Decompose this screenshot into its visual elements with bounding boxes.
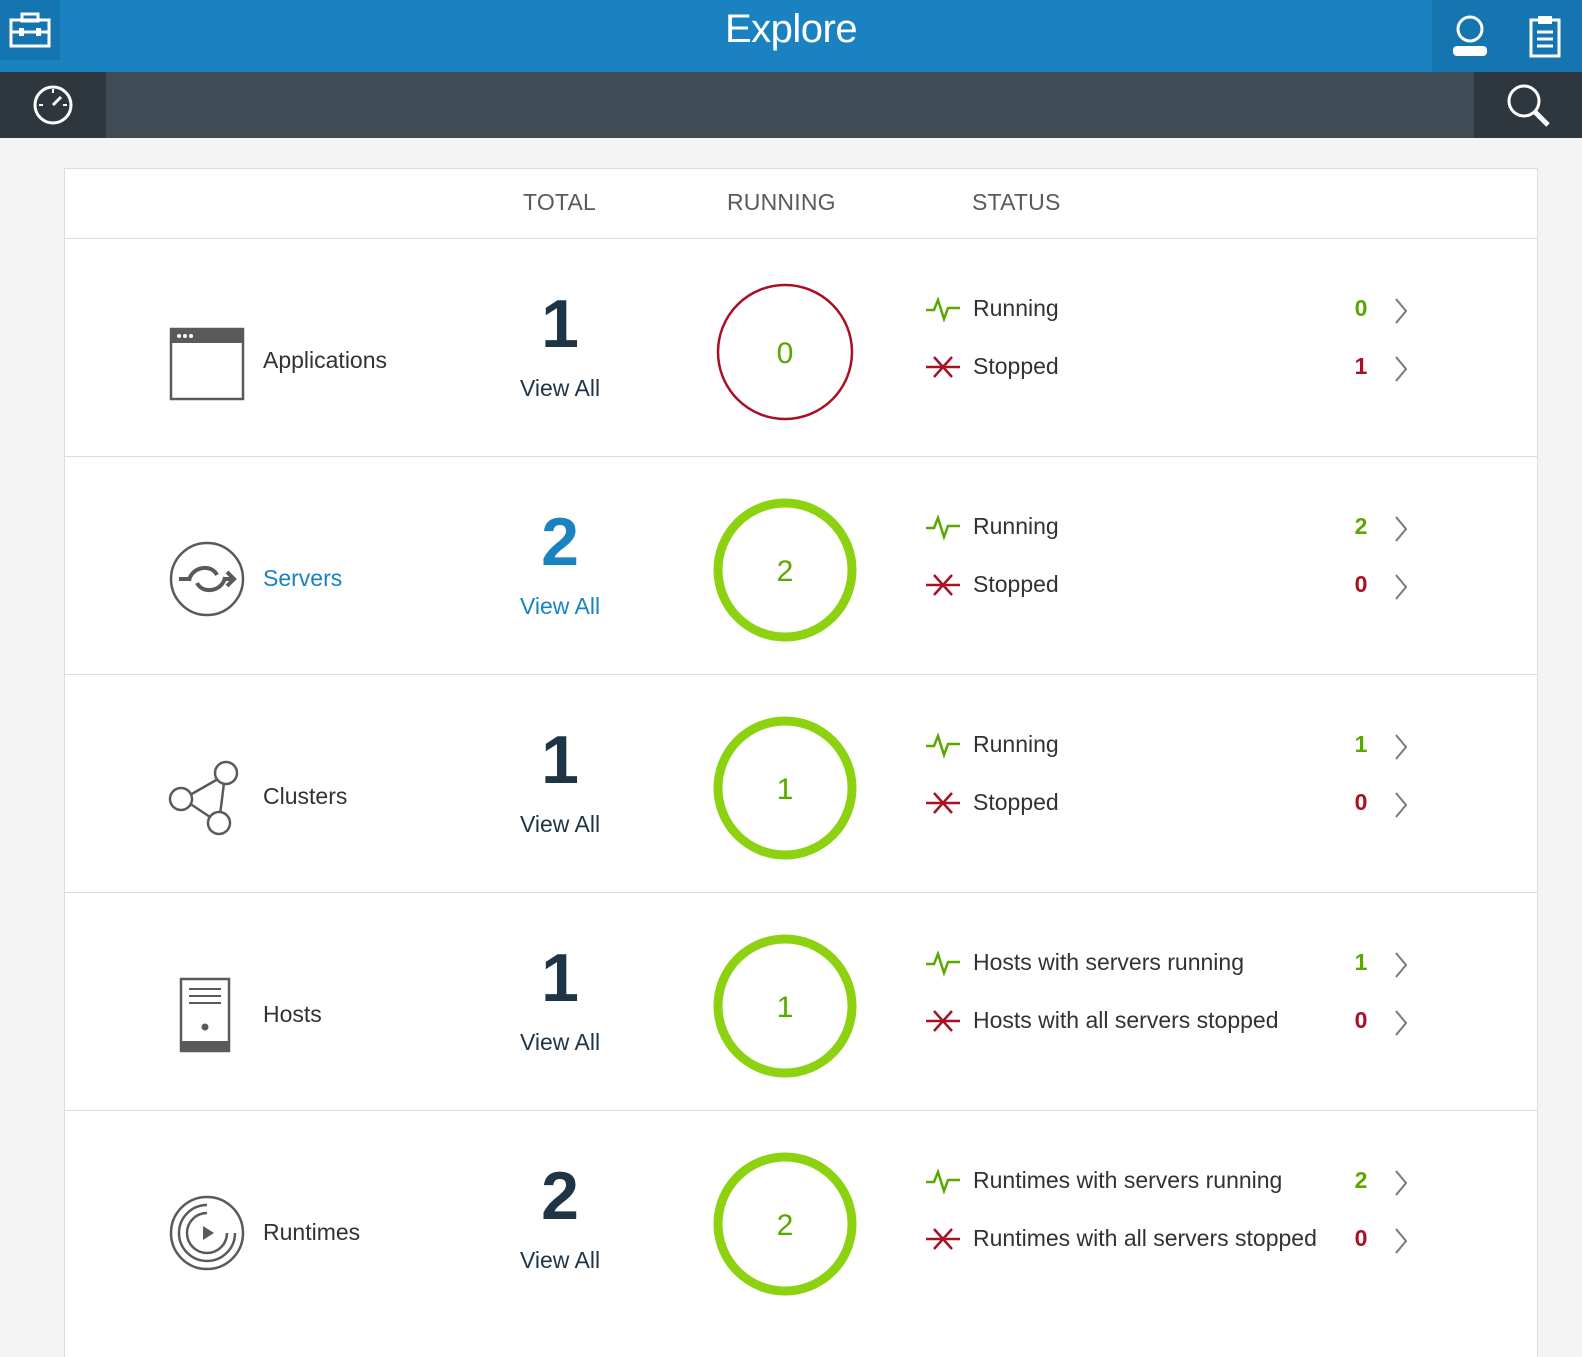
running-ring: 1	[713, 716, 857, 860]
total-count: 1	[541, 286, 579, 362]
table-header: TOTAL RUNNING STATUS	[65, 169, 1537, 239]
status-count-running: 0	[1354, 295, 1368, 321]
running-count: 1	[777, 773, 794, 806]
stopped-x-icon	[926, 1010, 960, 1032]
resource-name: Applications	[263, 347, 388, 373]
status-label: Runtimes with servers running	[973, 1167, 1283, 1193]
resource-row-hosts: Hosts 1 View All 1 Hosts with servers ru…	[65, 893, 1537, 1111]
column-header-running: RUNNING	[727, 189, 836, 215]
resource-name: Clusters	[263, 783, 348, 809]
total-count: 2	[541, 1158, 579, 1234]
view-all-link[interactable]: View All	[490, 1029, 630, 1056]
pulse-icon	[926, 950, 960, 977]
status-count-running: 1	[1354, 949, 1368, 975]
status-count-running: 1	[1354, 731, 1368, 757]
cluster-nodes-icon	[168, 760, 239, 836]
status-label: Running	[973, 513, 1059, 539]
stopped-x-icon	[926, 1228, 960, 1250]
status-label: Runtimes with all servers stopped	[973, 1225, 1317, 1251]
top-right-actions	[1432, 0, 1582, 72]
status-label: Stopped	[973, 789, 1059, 815]
total-count: 1	[541, 722, 579, 798]
status-label: Running	[973, 731, 1059, 757]
runtime-play-icon	[169, 1195, 245, 1271]
status-count-stopped: 0	[1354, 789, 1368, 815]
view-all-link[interactable]: View All	[490, 1247, 630, 1274]
chevron-right-icon[interactable]	[1391, 296, 1411, 326]
status-label: Running	[973, 295, 1059, 321]
page-title: Explore	[724, 7, 858, 51]
total-count: 2	[541, 504, 579, 580]
chevron-right-icon[interactable]	[1391, 732, 1411, 762]
status-count-running: 2	[1354, 1167, 1368, 1193]
resource-name: Hosts	[263, 1001, 322, 1027]
view-all-link[interactable]: View All	[490, 375, 630, 402]
view-all-link[interactable]: View All	[490, 811, 630, 838]
running-ring: 2	[713, 498, 857, 642]
status-count-running: 2	[1354, 513, 1368, 539]
chevron-right-icon[interactable]	[1391, 790, 1411, 820]
running-count: 2	[777, 555, 794, 588]
status-label: Hosts with servers running	[973, 949, 1244, 975]
stopped-x-icon	[926, 792, 960, 814]
resource-name[interactable]: Servers	[263, 565, 342, 592]
status-label: Hosts with all servers stopped	[973, 1007, 1279, 1033]
stopped-x-icon	[926, 356, 960, 378]
running-ring: 1	[713, 934, 857, 1078]
dashboard-button[interactable]	[0, 72, 106, 138]
resource-row-applications: Applications 1 View All 0 Running 0 Stop…	[65, 239, 1537, 457]
dashboard-gauge-icon	[33, 85, 73, 125]
clipboard-button[interactable]	[1515, 6, 1575, 66]
view-all-link[interactable]: View All	[490, 593, 630, 620]
chevron-right-icon[interactable]	[1391, 354, 1411, 384]
chevron-right-icon[interactable]	[1391, 514, 1411, 544]
running-count: 2	[777, 1209, 794, 1242]
server-sync-icon	[169, 541, 245, 617]
chevron-right-icon[interactable]	[1391, 1008, 1411, 1038]
pulse-icon	[926, 296, 960, 323]
resource-name: Runtimes	[263, 1219, 361, 1245]
status-count-stopped: 0	[1354, 1007, 1368, 1033]
stopped-x-icon	[926, 574, 960, 596]
column-header-status: STATUS	[972, 189, 1061, 215]
search-icon	[1507, 84, 1550, 127]
application-window-icon	[169, 327, 245, 401]
chevron-right-icon[interactable]	[1391, 1168, 1411, 1198]
status-label: Stopped	[973, 571, 1059, 597]
status-count-stopped: 0	[1354, 571, 1368, 597]
resource-row-runtimes: Runtimes 2 View All 2 Runtimes with serv…	[65, 1111, 1537, 1329]
status-count-stopped: 0	[1354, 1225, 1368, 1251]
chevron-right-icon[interactable]	[1391, 950, 1411, 980]
search-button[interactable]	[1474, 72, 1582, 138]
explore-card: TOTAL RUNNING STATUS Applications 1 View…	[64, 168, 1538, 1357]
clipboard-icon	[1529, 16, 1560, 58]
resource-row-clusters: Clusters 1 View All 1 Running 1 Stopped …	[65, 675, 1537, 893]
column-header-total: TOTAL	[523, 189, 596, 215]
pulse-icon	[926, 1168, 960, 1195]
host-tower-icon	[179, 977, 231, 1053]
user-button[interactable]	[1440, 6, 1500, 66]
total-count: 1	[541, 940, 579, 1016]
running-count: 0	[777, 337, 794, 370]
top-bar: Explore	[0, 0, 1582, 72]
running-ring: 2	[713, 1152, 857, 1296]
chevron-right-icon[interactable]	[1391, 1226, 1411, 1256]
pulse-icon	[926, 732, 960, 759]
running-count: 1	[777, 991, 794, 1024]
resource-row-servers: Servers 2 View All 2 Running 2 Stopped 0	[65, 457, 1537, 675]
status-count-stopped: 1	[1354, 353, 1368, 379]
chevron-right-icon[interactable]	[1391, 572, 1411, 602]
user-icon	[1452, 15, 1487, 56]
running-ring: 0	[716, 283, 854, 421]
pulse-icon	[926, 514, 960, 541]
status-label: Stopped	[973, 353, 1059, 379]
secondary-bar	[0, 72, 1582, 138]
